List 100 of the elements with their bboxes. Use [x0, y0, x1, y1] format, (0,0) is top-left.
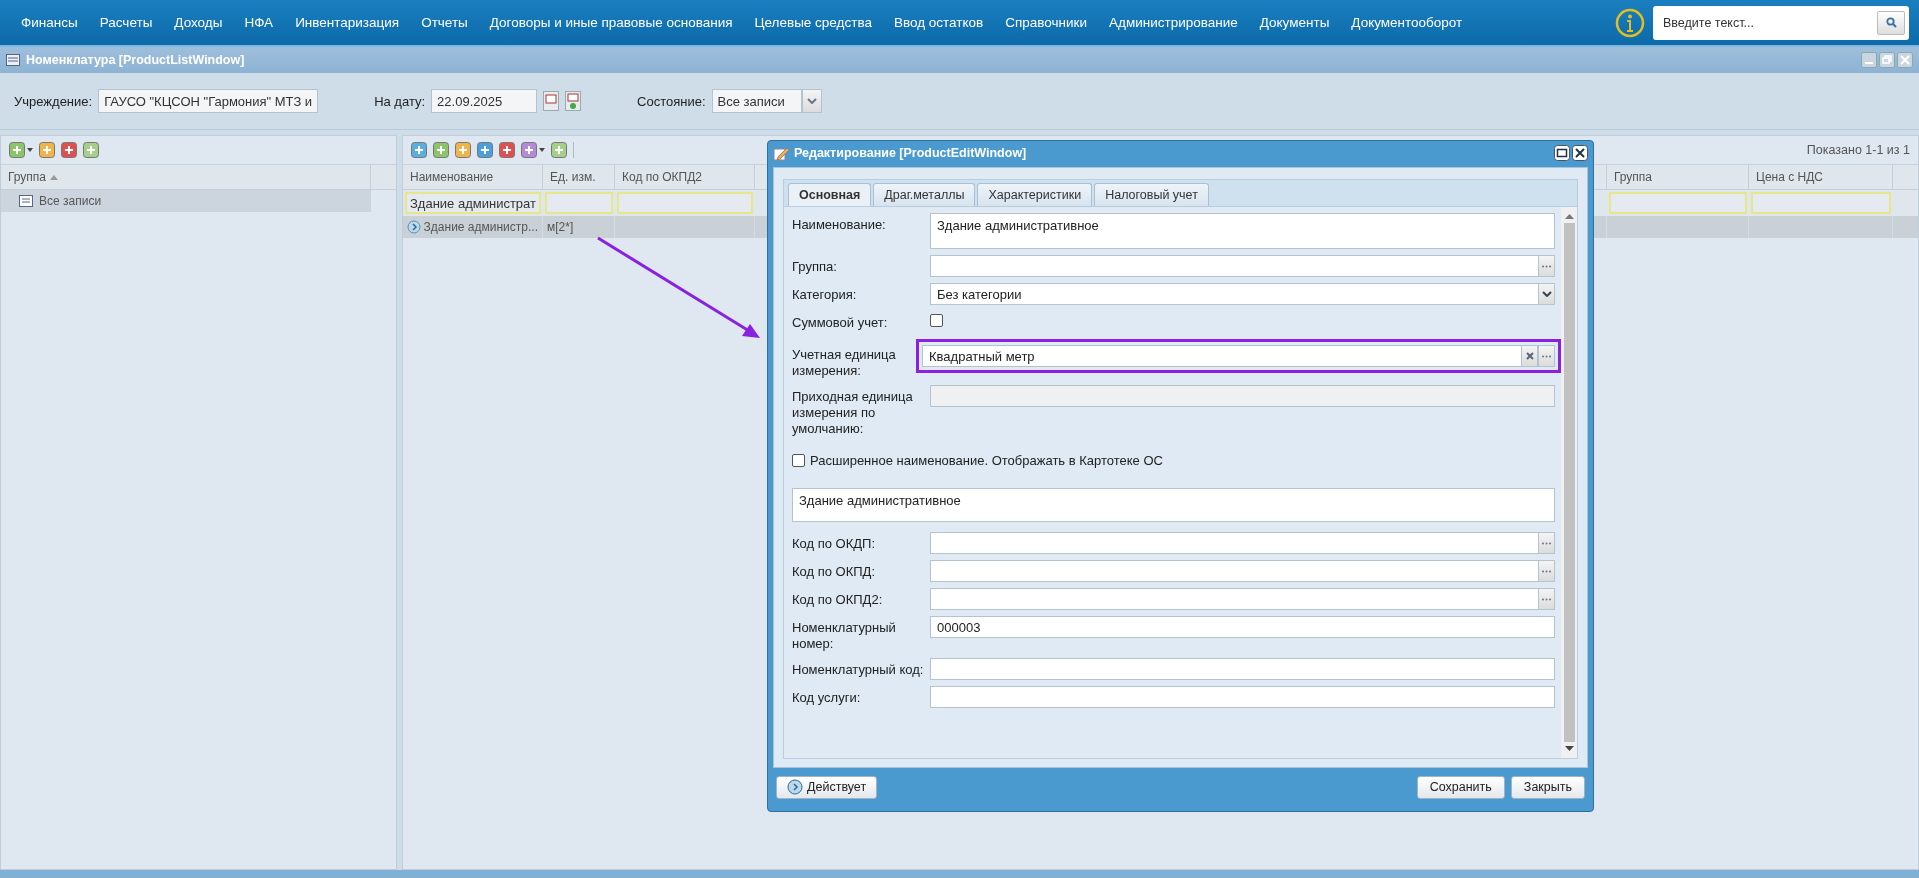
record-count: Показано 1-1 из 1	[1806, 143, 1910, 157]
menu-item[interactable]: Целевые средства	[743, 15, 883, 30]
field-label: Код по ОКПД:	[792, 563, 877, 580]
field-label: Приходная единица измерения по умолчанию:	[792, 388, 914, 437]
state-dropdown[interactable]: Все записи	[711, 89, 802, 113]
text-field[interactable]	[930, 658, 1555, 680]
dialog-button[interactable]: Сохранить	[1416, 775, 1505, 799]
add-icon[interactable]	[433, 142, 449, 158]
field-label: Номенклатурный код:	[792, 661, 925, 678]
scroll-up-icon[interactable]	[1564, 213, 1574, 219]
field-label: Наименование:	[792, 216, 887, 233]
maximize-button[interactable]	[1554, 145, 1570, 161]
menu-item[interactable]: Доходы	[163, 15, 234, 30]
dialog-button[interactable]: Закрыть	[1510, 775, 1585, 799]
dropdown-button[interactable]	[801, 89, 822, 113]
tab[interactable]: Налоговый учет	[1094, 183, 1209, 206]
add-icon[interactable]	[9, 142, 33, 158]
status-icon	[407, 220, 421, 234]
text-field[interactable]	[930, 686, 1555, 708]
unit-field[interactable]: Квадратный метр	[922, 345, 1521, 367]
menu-item[interactable]: Расчеты	[88, 15, 164, 30]
menu-item[interactable]: НФА	[233, 15, 285, 30]
close-button[interactable]	[1572, 145, 1588, 161]
ellipsis-icon	[1542, 569, 1551, 573]
column-header[interactable]: Ед. изм.	[543, 165, 615, 189]
filter-field[interactable]	[1609, 192, 1747, 214]
checkbox[interactable]	[930, 314, 943, 327]
text-field[interactable]: 000003	[930, 616, 1555, 638]
info-icon[interactable]	[1615, 7, 1645, 38]
lookup-field[interactable]	[930, 532, 1538, 554]
search-icon	[1885, 17, 1897, 28]
scrollbar[interactable]	[1561, 207, 1577, 758]
dialog-title: Редактирование [ProductEditWindow]	[794, 146, 1027, 160]
checkbox[interactable]	[792, 454, 805, 467]
filter-field[interactable]	[1751, 192, 1891, 214]
menu-item[interactable]: Справочники	[994, 15, 1098, 30]
filter-label: На дату:	[374, 93, 426, 109]
column-header[interactable]: Код по ОКПД2	[615, 165, 755, 189]
restore-button[interactable]	[1879, 52, 1895, 68]
description-textarea[interactable]: Здание административное	[792, 488, 1555, 522]
menu-item[interactable]: Инвентаризация	[284, 15, 411, 30]
dropdown-button[interactable]	[1538, 283, 1555, 305]
minimize-button[interactable]	[1861, 52, 1877, 68]
column-header[interactable]: Цена с НДС	[1749, 165, 1893, 189]
column-header[interactable]: Наименование	[403, 165, 543, 189]
list-icon	[19, 195, 33, 207]
status-button[interactable]: Действует	[776, 775, 878, 799]
field-label: Код услуги:	[792, 689, 862, 706]
menu-item[interactable]: Ввод остатков	[882, 15, 995, 30]
filter-label: Учреждение:	[14, 93, 93, 109]
field-label: Номенклатурный номер:	[792, 619, 897, 652]
ellipsis-button[interactable]	[1538, 588, 1555, 610]
date-field[interactable]: 22.09.2025	[431, 89, 538, 113]
category-dropdown[interactable]: Без категории	[930, 283, 1538, 305]
field-label: Категория:	[792, 286, 858, 303]
sort-icon	[50, 174, 59, 180]
window-title: Номенклатура [ProductListWindow]	[26, 53, 245, 67]
filter-field[interactable]	[545, 192, 613, 214]
menu-item[interactable]: Документооборот	[1340, 15, 1474, 30]
menu-item[interactable]: Отчеты	[410, 15, 479, 30]
tab[interactable]: Основная	[788, 183, 872, 206]
lookup-field[interactable]	[930, 588, 1538, 610]
group-item[interactable]: Все записи	[1, 190, 371, 212]
tab[interactable]: Драг.металлы	[873, 183, 976, 206]
table-cell: м[2*]	[547, 220, 574, 234]
filter-field[interactable]: Здание администрат	[405, 192, 541, 214]
ellipsis-icon	[1542, 541, 1551, 545]
cross-icon	[1525, 352, 1534, 360]
ellipsis-icon	[1542, 597, 1551, 601]
caret-icon	[1541, 291, 1552, 297]
filter-label: Состояние:	[637, 93, 706, 109]
menu-item[interactable]: Администрирование	[1098, 15, 1249, 30]
field-label: Код по ОКДП:	[792, 535, 877, 552]
tab[interactable]: Характеристики	[977, 183, 1093, 206]
calendar-icon[interactable]	[543, 91, 560, 111]
institution-field[interactable]: ГАУСО "КЦСОН "Гармония" МТЗ и	[98, 89, 319, 113]
column-header[interactable]: Группа	[1607, 165, 1749, 189]
checkbox-label: Расширенное наименование. Отображать в Картотеке ОС	[810, 453, 1163, 468]
field-label: Суммовой учет:	[792, 314, 889, 331]
field-label: Код по ОКПД2:	[792, 591, 884, 608]
search-field[interactable]: Введите текст...	[1653, 5, 1909, 40]
clear-button[interactable]	[1521, 345, 1538, 367]
table-cell: Здание администр...	[423, 220, 538, 234]
scroll-down-icon[interactable]	[1564, 746, 1574, 752]
name-textarea[interactable]: Здание административное	[930, 213, 1555, 249]
ellipsis-button[interactable]	[1538, 532, 1555, 554]
play-icon	[787, 779, 803, 795]
window-icon	[6, 54, 20, 66]
menu-item[interactable]: Финансы	[10, 15, 89, 30]
filter-field[interactable]	[617, 192, 753, 214]
ellipsis-button[interactable]	[1538, 255, 1555, 277]
menu-item[interactable]: Договоры и иные правовые основания	[478, 15, 744, 30]
menu-item[interactable]: Документы	[1248, 15, 1341, 30]
calendar-refresh-icon[interactable]	[565, 91, 582, 111]
caret-icon	[806, 98, 817, 104]
lookup-field[interactable]	[930, 255, 1538, 277]
search-button[interactable]	[1877, 10, 1905, 35]
lookup-field[interactable]	[930, 560, 1538, 582]
ellipsis-icon	[1542, 354, 1551, 358]
ellipsis-button[interactable]	[1538, 560, 1555, 582]
